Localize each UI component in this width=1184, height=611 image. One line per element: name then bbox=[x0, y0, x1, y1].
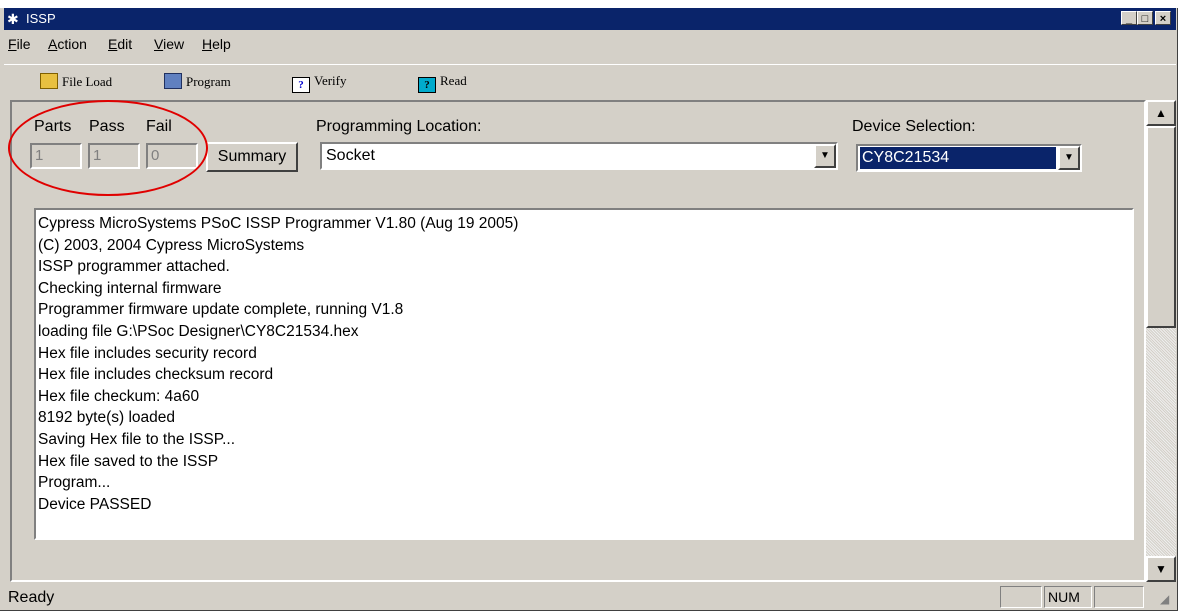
device-selection-value: CY8C21534 bbox=[860, 147, 1056, 169]
verify-button[interactable]: ? Verify bbox=[292, 73, 347, 93]
chevron-down-icon[interactable]: ▼ bbox=[814, 144, 836, 168]
programming-location-value: Socket bbox=[326, 147, 375, 164]
device-selection-label: Device Selection: bbox=[852, 118, 976, 135]
app-icon: ✱ bbox=[7, 11, 19, 27]
log-line: Device PASSED bbox=[38, 495, 152, 513]
computer-icon bbox=[164, 73, 182, 89]
scroll-down-button[interactable]: ▼ bbox=[1146, 556, 1176, 582]
resize-grip-icon[interactable]: ◢ bbox=[1160, 592, 1169, 606]
summary-button[interactable]: Summary bbox=[206, 142, 298, 172]
device-selection-select[interactable]: CY8C21534 ▼ bbox=[856, 144, 1082, 172]
log-line: ISSP programmer attached. bbox=[38, 258, 230, 276]
menu-bar: File Action Edit View Help bbox=[4, 33, 1176, 55]
log-line: Hex file includes security record bbox=[38, 344, 257, 362]
minimize-button[interactable]: _ bbox=[1121, 11, 1137, 25]
status-panel-scroll bbox=[1094, 586, 1144, 608]
log-line: 8192 byte(s) loaded bbox=[38, 409, 176, 427]
window-title: ISSP bbox=[26, 11, 56, 26]
toolbar: File Load Program ? Verify ? Read bbox=[4, 64, 1176, 97]
log-line: Saving Hex file to the ISSP... bbox=[38, 430, 236, 448]
log-line: (C) 2003, 2004 Cypress MicroSystems bbox=[38, 236, 305, 254]
log-line: Hex file saved to the ISSP bbox=[38, 452, 219, 470]
log-line: Hex file includes checksum record bbox=[38, 366, 274, 384]
read-button[interactable]: ? Read bbox=[418, 73, 467, 93]
menu-edit[interactable]: Edit bbox=[108, 36, 132, 52]
log-line: Checking internal firmware bbox=[38, 279, 222, 297]
menu-file[interactable]: File bbox=[8, 36, 31, 52]
log-line: Programmer firmware update complete, run… bbox=[38, 301, 404, 319]
log-line: Hex file checkum: 4a60 bbox=[38, 387, 200, 405]
menu-help[interactable]: Help bbox=[202, 36, 231, 52]
title-bar[interactable]: ✱ ISSP _ □ × bbox=[4, 8, 1176, 30]
status-panel-num: NUM bbox=[1044, 586, 1092, 608]
program-button[interactable]: Program bbox=[164, 73, 231, 90]
log-line: loading file G:\PSoc Designer\CY8C21534.… bbox=[38, 322, 359, 340]
file-load-button[interactable]: File Load bbox=[40, 73, 112, 90]
status-panel-caps bbox=[1000, 586, 1042, 608]
log-line: Program... bbox=[38, 474, 111, 492]
annotation-circle bbox=[8, 100, 208, 196]
close-button[interactable]: × bbox=[1155, 11, 1171, 25]
question-icon: ? bbox=[292, 77, 310, 93]
chevron-down-icon[interactable]: ▼ bbox=[1058, 146, 1080, 170]
scroll-up-button[interactable]: ▲ bbox=[1146, 100, 1176, 126]
status-text: Ready bbox=[8, 589, 55, 606]
programming-location-select[interactable]: Socket ▼ bbox=[320, 142, 838, 170]
status-bar: Ready NUM ◢ bbox=[4, 584, 1176, 611]
vertical-scrollbar[interactable]: ▲ ▼ bbox=[1146, 100, 1176, 582]
programming-location-label: Programming Location: bbox=[316, 118, 482, 135]
menu-action[interactable]: Action bbox=[48, 36, 87, 52]
log-line: Cypress MicroSystems PSoC ISSP Programme… bbox=[38, 215, 519, 232]
scroll-thumb[interactable] bbox=[1146, 126, 1176, 328]
maximize-button[interactable]: □ bbox=[1137, 11, 1153, 25]
log-output[interactable]: Cypress MicroSystems PSoC ISSP Programme… bbox=[34, 208, 1134, 540]
folder-open-icon bbox=[40, 73, 58, 89]
menu-view[interactable]: View bbox=[154, 36, 184, 52]
question-icon: ? bbox=[418, 77, 436, 93]
